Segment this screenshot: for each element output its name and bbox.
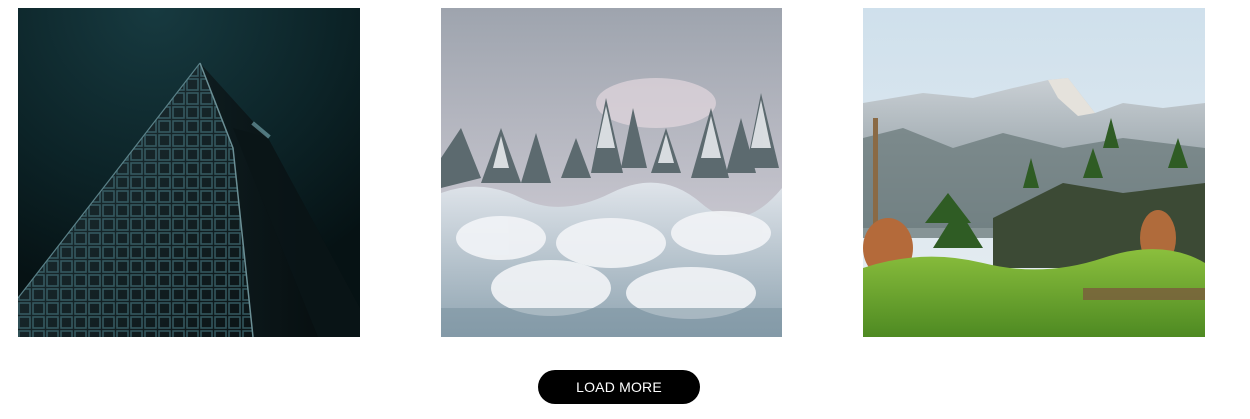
mountain-valley-image	[863, 8, 1205, 337]
image-gallery: LOAD MORE	[0, 0, 1250, 419]
gallery-image-skyscraper[interactable]	[18, 8, 360, 337]
snowy-forest-image	[441, 8, 782, 337]
gallery-image-snowy-forest[interactable]	[441, 8, 782, 337]
gallery-image-mountain-valley[interactable]	[863, 8, 1205, 337]
load-more-button[interactable]: LOAD MORE	[538, 370, 700, 404]
skyscraper-image	[18, 8, 360, 337]
